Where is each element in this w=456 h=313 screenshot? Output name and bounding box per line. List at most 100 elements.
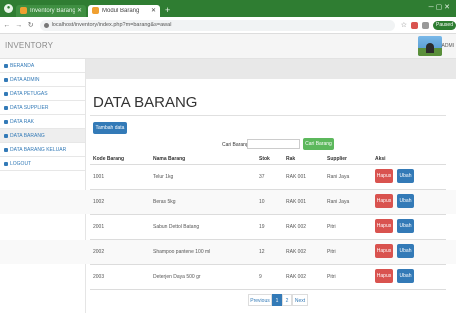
sidebar-item-label: DATA RAK xyxy=(10,118,34,125)
delete-button[interactable]: Hapus xyxy=(375,194,393,208)
user-name[interactable]: ADMI xyxy=(442,43,455,49)
outbox-icon xyxy=(4,147,8,152)
cell-nama: Deterjen Daya 500 gr xyxy=(153,274,201,280)
reload-icon[interactable]: ↻ xyxy=(26,21,36,29)
users-icon xyxy=(4,91,8,96)
cell-kode: 2003 xyxy=(93,274,105,280)
app-header: INVENTORY ADMI xyxy=(0,34,456,59)
cell-supplier: Pitri xyxy=(327,249,336,255)
cell-stok: 19 xyxy=(259,224,265,230)
cell-nama: Sabun Dettol Batang xyxy=(153,224,200,230)
row-divider xyxy=(90,289,446,290)
star-icon[interactable]: ☆ xyxy=(401,21,407,29)
search-input[interactable] xyxy=(247,139,300,149)
cell-kode: 2001 xyxy=(93,224,105,230)
content-top-bar xyxy=(86,59,456,79)
avatar-person xyxy=(426,43,434,53)
home-icon xyxy=(4,63,8,68)
delete-button[interactable]: Hapus xyxy=(375,169,393,183)
cell-stok: 9 xyxy=(259,274,262,280)
cell-supplier: Rani Jaya xyxy=(327,174,350,180)
column-header-kode: Kode Barang xyxy=(93,156,125,162)
search-button[interactable]: Cari Barang xyxy=(303,138,334,150)
pagination-previous[interactable]: Previous xyxy=(248,294,272,306)
window-controls[interactable]: ─ ▢ ✕ xyxy=(429,3,450,11)
column-header-rak: Rak xyxy=(286,156,296,162)
sidebar-item-data-rak[interactable]: DATA RAK xyxy=(0,115,85,129)
close-tab-icon[interactable]: ✕ xyxy=(77,7,82,14)
site-info-icon[interactable] xyxy=(43,22,49,28)
pagination-next[interactable]: Next xyxy=(292,294,308,306)
column-header-supplier: Supplier xyxy=(327,156,348,162)
edit-button[interactable]: Ubah xyxy=(397,194,414,208)
table-row: 2003 Deterjen Daya 500 gr 9 RAK 002 Pitr… xyxy=(0,265,456,289)
browser-tab[interactable]: Inventory Barang ✕ xyxy=(16,4,86,17)
user-icon xyxy=(4,77,8,82)
sidebar-item-label: DATA PETUGAS xyxy=(10,90,48,97)
sidebar-item-label: DATA BARANG xyxy=(10,132,45,139)
sidebar-item-data-supplier[interactable]: DATA SUPPLIER xyxy=(0,101,85,115)
column-header-stok: Stok xyxy=(259,156,270,162)
shelf-icon xyxy=(4,119,8,124)
page-title: DATA BARANG xyxy=(93,94,198,111)
cell-rak: RAK 001 xyxy=(286,174,307,180)
url-text: localhost/inventory/index.php?m=barang&s… xyxy=(51,22,172,28)
profile-button[interactable]: Paused xyxy=(433,20,456,30)
edit-button[interactable]: Ubah xyxy=(397,169,414,183)
extension-icon[interactable] xyxy=(422,21,430,29)
cell-supplier: Rani Jaya xyxy=(327,199,350,205)
forward-icon[interactable]: → xyxy=(14,22,24,29)
new-tab-icon[interactable]: + xyxy=(165,5,170,15)
close-tab-icon[interactable]: ✕ xyxy=(151,7,156,14)
pagination-page[interactable]: 1 xyxy=(272,294,282,306)
sidebar-item-data-petugas[interactable]: DATA PETUGAS xyxy=(0,87,85,101)
table-row: 1001 Telur 1kg 37 RAK 001 Rani Jaya Hapu… xyxy=(0,165,456,189)
edit-button[interactable]: Ubah xyxy=(397,219,414,233)
cell-nama: Shampoo pantene 100 ml xyxy=(153,249,211,255)
cell-kode: 1001 xyxy=(93,174,105,180)
delete-button[interactable]: Hapus xyxy=(375,244,393,258)
cell-rak: RAK 002 xyxy=(286,224,307,230)
add-item-button[interactable]: Tambah data xyxy=(93,122,127,134)
column-header-nama: Nama Barang xyxy=(153,156,186,162)
search-label: Cari Barang xyxy=(222,142,249,148)
browser-menu-icon[interactable]: ● xyxy=(4,4,13,13)
cell-kode: 2002 xyxy=(93,249,105,255)
edit-button[interactable]: Ubah xyxy=(397,269,414,283)
table-row: 1002 Beras 5kg 10 RAK 001 Rani Jaya Hapu… xyxy=(0,190,456,214)
extension-icon[interactable] xyxy=(411,21,419,29)
table-row: 2002 Shampoo pantene 100 ml 12 RAK 002 P… xyxy=(0,240,456,264)
cell-nama: Beras 5kg xyxy=(153,199,176,205)
edit-button[interactable]: Ubah xyxy=(397,244,414,258)
cell-rak: RAK 001 xyxy=(286,199,307,205)
pagination-page[interactable]: 2 xyxy=(282,294,292,306)
column-header-aksi: Aksi xyxy=(375,156,386,162)
delete-button[interactable]: Hapus xyxy=(375,269,393,283)
sidebar-item-label: DATA BARANG KELUAR xyxy=(10,146,67,153)
app-brand[interactable]: INVENTORY xyxy=(5,41,53,50)
sidebar-item-label: DATA ADMIN xyxy=(10,76,40,83)
sidebar-item-data-barang[interactable]: DATA BARANG xyxy=(0,129,85,143)
user-avatar[interactable] xyxy=(418,36,442,56)
cell-nama: Telur 1kg xyxy=(153,174,174,180)
box-icon xyxy=(4,133,8,138)
cell-rak: RAK 002 xyxy=(286,274,307,280)
table-row: 2001 Sabun Dettol Batang 19 RAK 002 Pitr… xyxy=(0,215,456,239)
back-icon[interactable]: ← xyxy=(2,22,12,29)
browser-tab-bar: ● Inventory Barang ✕ Modul Barang ✕ + ─ … xyxy=(0,0,456,17)
tab-title: Inventory Barang xyxy=(30,7,75,14)
sidebar-item-label: DATA SUPPLIER xyxy=(10,104,49,111)
cell-stok: 12 xyxy=(259,249,265,255)
cell-supplier: Pitri xyxy=(327,274,336,280)
sidebar-item-data-barang-keluar[interactable]: DATA BARANG KELUAR xyxy=(0,143,85,157)
delete-button[interactable]: Hapus xyxy=(375,219,393,233)
favicon-icon xyxy=(92,7,99,14)
address-bar[interactable]: localhost/inventory/index.php?m=barang&s… xyxy=(39,19,395,31)
cell-stok: 10 xyxy=(259,199,265,205)
favicon-icon xyxy=(20,7,27,14)
browser-tab-active[interactable]: Modul Barang ✕ xyxy=(88,4,160,17)
sidebar-item-label: BERANDA xyxy=(10,62,35,69)
browser-nav-bar: ← → ↻ localhost/inventory/index.php?m=ba… xyxy=(0,17,456,34)
sidebar-item-data-admin[interactable]: DATA ADMIN xyxy=(0,73,85,87)
sidebar-item-beranda[interactable]: BERANDA xyxy=(0,59,85,73)
